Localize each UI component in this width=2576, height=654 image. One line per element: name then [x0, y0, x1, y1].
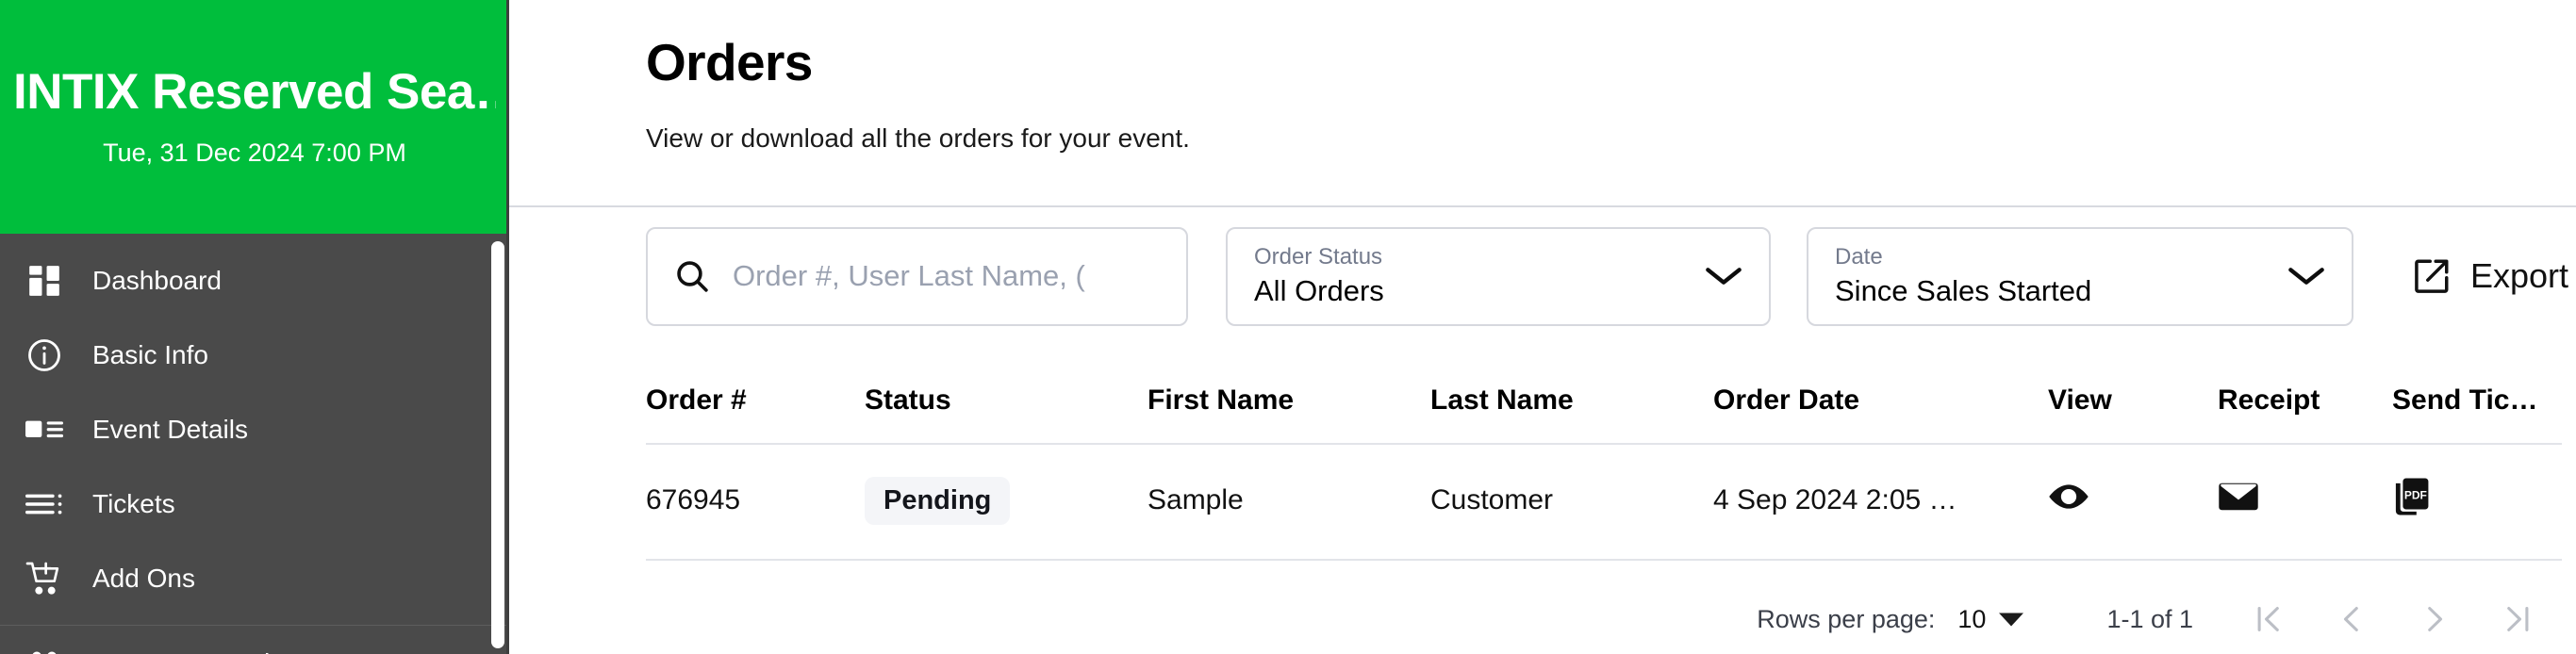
filter-toolbar: Order Status All Orders Date Since Sales…: [509, 226, 2576, 326]
sidebar-item-label: Manage Attendees: [92, 649, 313, 654]
order-status-select[interactable]: Order Status All Orders: [1226, 226, 1771, 326]
event-date: Tue, 31 Dec 2024 7:00 PM: [103, 139, 406, 168]
column-header-order-date: Order Date: [1713, 384, 1860, 416]
sidebar-item-label: Tickets: [92, 488, 175, 518]
eye-icon[interactable]: [2048, 481, 2089, 513]
date-label: Date: [1835, 243, 1883, 270]
cell-last-name: Customer: [1430, 442, 1713, 562]
page-title: Orders: [646, 33, 813, 91]
export-label: Export: [2470, 256, 2569, 295]
rows-per-page-label: Rows per page:: [1757, 604, 1936, 633]
people-icon: [23, 642, 66, 654]
event-title: INTIX Reserved Sea…: [13, 65, 496, 119]
date-select[interactable]: Date Since Sales Started: [1807, 226, 2353, 326]
order-status-label: Order Status: [1254, 243, 1383, 270]
external-link-icon: [2412, 256, 2452, 296]
chevron-down-icon[interactable]: [2287, 264, 2325, 288]
sidebar-event-header: INTIX Reserved Sea… Tue, 31 Dec 2024 7:0…: [0, 0, 509, 234]
cell-receipt[interactable]: [2218, 442, 2392, 562]
column-header-receipt: Receipt: [2218, 384, 2320, 416]
column-header-last-name: Last Name: [1430, 384, 1574, 416]
rows-per-page-value[interactable]: 10: [1957, 605, 1986, 634]
table-header-row: Order # Status First Name Last Name Orde…: [646, 384, 2562, 444]
sidebar-scrollbar-thumb[interactable]: [491, 241, 504, 648]
column-header-order-number: Order #: [646, 384, 747, 416]
header-divider: [509, 205, 2576, 207]
sidebar-item-manage-attendees[interactable]: Manage Attendees: [0, 626, 509, 654]
cell-status: Pending: [865, 442, 1148, 562]
status-badge: Pending: [865, 476, 1011, 526]
search-field[interactable]: [646, 226, 1188, 326]
orders-table: Order # Status First Name Last Name Orde…: [646, 384, 2562, 562]
last-page-icon[interactable]: [2499, 600, 2536, 638]
search-icon: [674, 258, 710, 294]
orders-table-wrap: Order # Status First Name Last Name Orde…: [509, 384, 2576, 562]
next-page-icon[interactable]: [2416, 600, 2453, 638]
sidebar-item-label: Event Details: [92, 414, 248, 444]
main-content: Orders View or download all the orders f…: [509, 0, 2576, 654]
sidebar-item-tickets[interactable]: Tickets: [0, 466, 509, 541]
pagination: Rows per page: 10 1-1 of 1: [509, 600, 2576, 638]
sidebar-item-basic-info[interactable]: Basic Info: [0, 318, 509, 392]
sidebar-item-label: Add Ons: [92, 563, 195, 593]
pdf-file-icon[interactable]: PDF: [2392, 477, 2432, 516]
sidebar-item-label: Basic Info: [92, 339, 208, 369]
app-root: INTIX Reserved Sea… Tue, 31 Dec 2024 7:0…: [0, 0, 2576, 654]
column-header-view: View: [2048, 384, 2112, 416]
search-input[interactable]: [733, 259, 1167, 293]
order-status-value: All Orders: [1254, 274, 1384, 308]
envelope-icon[interactable]: [2218, 481, 2259, 513]
sidebar: INTIX Reserved Sea… Tue, 31 Dec 2024 7:0…: [0, 0, 509, 654]
sidebar-item-label: Dashboard: [92, 265, 222, 295]
cell-order-date: 4 Sep 2024 2:05 …: [1713, 442, 2048, 562]
sidebar-nav: Dashboard Basic Info Event Details Ticke…: [0, 234, 509, 654]
sidebar-item-dashboard[interactable]: Dashboard: [0, 243, 509, 318]
dashboard-grid-icon: [23, 259, 66, 302]
column-header-first-name: First Name: [1148, 384, 1295, 416]
cell-send-ticket[interactable]: PDF: [2392, 442, 2562, 562]
column-header-status: Status: [865, 384, 951, 416]
sidebar-item-event-details[interactable]: Event Details: [0, 392, 509, 466]
cell-view[interactable]: [2048, 442, 2218, 562]
first-page-icon[interactable]: [2250, 600, 2287, 638]
column-header-send-ticket: Send Tic…: [2392, 384, 2538, 416]
cell-order-number: 676945: [646, 442, 865, 562]
pagination-range: 1-1 of 1: [2106, 604, 2193, 633]
sidebar-item-add-ons[interactable]: Add Ons: [0, 541, 509, 615]
page-header: Orders View or download all the orders f…: [509, 0, 2576, 154]
prev-page-icon[interactable]: [2333, 600, 2370, 638]
date-value: Since Sales Started: [1835, 274, 2092, 308]
caret-down-icon[interactable]: [1999, 611, 2024, 628]
chevron-down-icon[interactable]: [1705, 264, 1742, 288]
table-head: Order # Status First Name Last Name Orde…: [646, 384, 2562, 444]
cart-plus-icon: [23, 557, 66, 600]
image-list-icon: [23, 408, 66, 451]
svg-text:PDF: PDF: [2404, 489, 2427, 502]
cell-first-name: Sample: [1148, 442, 1430, 562]
table-body: 676945 Pending Sample Customer 4 Sep 202…: [646, 442, 2562, 562]
export-button[interactable]: Export: [2412, 256, 2568, 296]
page-subtitle: View or download all the orders for your…: [646, 123, 1190, 153]
info-circle-icon: [23, 334, 66, 377]
table-row[interactable]: 676945 Pending Sample Customer 4 Sep 202…: [646, 442, 2562, 562]
list-lines-icon: [23, 482, 66, 526]
